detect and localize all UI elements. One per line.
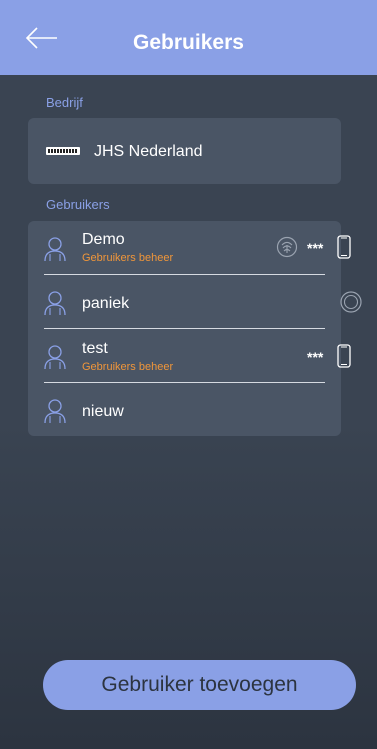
panic-circle-icon xyxy=(340,291,362,313)
users-list: Demo Gebruikers beheer *** paniek test G… xyxy=(28,221,362,437)
company-logo xyxy=(46,147,80,155)
user-name: nieuw xyxy=(82,403,124,420)
user-role: Gebruikers beheer xyxy=(82,252,174,264)
person-icon xyxy=(44,399,66,424)
phone-icon xyxy=(337,235,351,259)
page-title: Gebruikers xyxy=(133,31,244,54)
user-row-nieuw[interactable]: nieuw xyxy=(28,383,341,437)
fingerprint-icon xyxy=(276,236,298,258)
person-icon xyxy=(44,345,66,370)
user-row-demo[interactable]: Demo Gebruikers beheer *** xyxy=(28,221,351,275)
user-role: Gebruikers beheer xyxy=(82,361,174,373)
user-row-paniek[interactable]: paniek xyxy=(28,275,362,329)
add-user-button[interactable]: Gebruiker toevoegen xyxy=(43,660,356,710)
user-row-test[interactable]: test Gebruikers beheer *** xyxy=(28,329,351,383)
pin-indicator: *** xyxy=(307,240,324,256)
user-name: test xyxy=(82,340,108,357)
company-section-label: Bedrijf xyxy=(46,95,83,110)
person-icon xyxy=(44,237,66,262)
user-name: Demo xyxy=(82,231,125,248)
screen: Gebruikers Bedrijf JHS Nederland Gebruik… xyxy=(0,0,377,749)
user-name: paniek xyxy=(82,295,130,312)
pin-indicator: *** xyxy=(307,349,324,365)
person-icon xyxy=(44,291,66,316)
company-name: JHS Nederland xyxy=(94,143,203,160)
phone-icon xyxy=(337,344,351,368)
company-card[interactable]: JHS Nederland xyxy=(28,118,341,184)
top-bar: Gebruikers xyxy=(0,0,377,75)
users-section-label: Gebruikers xyxy=(46,197,110,212)
